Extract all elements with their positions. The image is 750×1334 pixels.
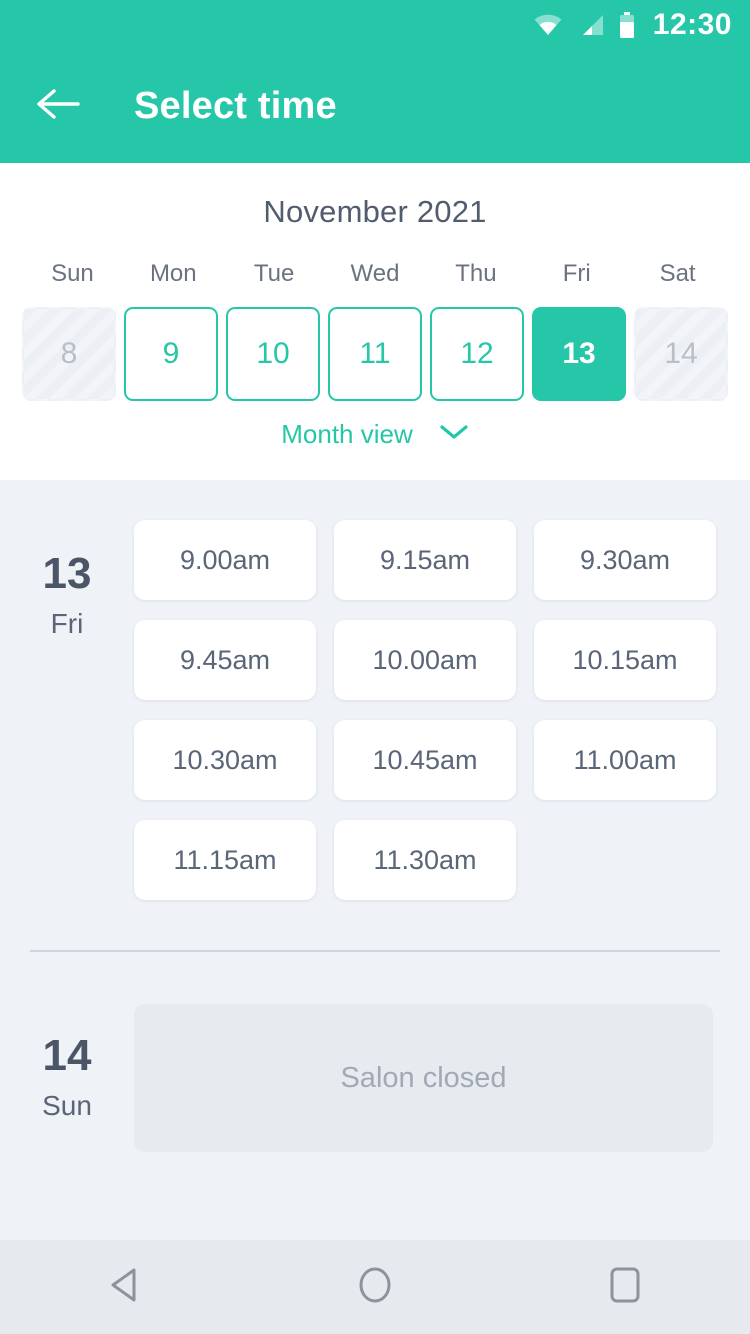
calendar-day-14: 14	[634, 307, 728, 401]
calendar-day-10[interactable]: 10	[226, 307, 320, 401]
calendar-day-8: 8	[22, 307, 116, 401]
time-slot[interactable]: 9.45am	[134, 620, 316, 700]
month-view-label: Month view	[281, 419, 413, 449]
time-slot[interactable]: 11.15am	[134, 820, 316, 900]
schedule-day-number: 13	[42, 549, 92, 598]
android-nav-bar	[0, 1240, 750, 1334]
schedule-day-13: 13 Fri 9.00am 9.15am 9.30am 9.45am 10.00…	[0, 480, 750, 900]
wifi-icon	[533, 13, 563, 37]
nav-home-circle-icon	[356, 1265, 394, 1310]
time-slot-grid: 9.00am 9.15am 9.30am 9.45am 10.00am 10.1…	[134, 520, 738, 900]
weekday-label-mon: Mon	[149, 260, 197, 287]
calendar-day-9[interactable]: 9	[124, 307, 218, 401]
status-bar: 12:30	[0, 0, 750, 50]
calendar-day-11[interactable]: 11	[328, 307, 422, 401]
weekday-label-wed: Wed	[350, 260, 400, 287]
arrow-left-icon	[36, 87, 80, 126]
weekday-header-row: Sun Mon Tue Wed Thu Fri Sat	[0, 260, 750, 288]
nav-recents-square-icon	[608, 1266, 642, 1309]
schedule-day-label-13: 13 Fri	[0, 520, 134, 900]
chevron-down-icon	[439, 423, 469, 446]
weekday-label-thu: Thu	[455, 260, 497, 287]
schedule-day-number: 14	[42, 1031, 92, 1080]
time-slot[interactable]: 10.45am	[334, 720, 516, 800]
time-slot[interactable]: 10.30am	[134, 720, 316, 800]
time-slot[interactable]: 10.00am	[334, 620, 516, 700]
schedule-day-label-14: 14 Sun	[0, 1034, 134, 1122]
page-title: Select time	[134, 85, 337, 127]
weekday-label-fri: Fri	[562, 260, 591, 287]
calendar-days-row: 8 9 10 11 12 13 14	[0, 307, 750, 401]
salon-closed-banner: Salon closed	[134, 1004, 713, 1152]
schedule-day-14: 14 Sun Salon closed	[0, 952, 750, 1152]
calendar-day-13[interactable]: 13	[532, 307, 626, 401]
time-slot[interactable]: 9.00am	[134, 520, 316, 600]
time-slot[interactable]: 10.15am	[534, 620, 716, 700]
phone-screen: 12:30 Select time November 2021 Sun Mon …	[0, 0, 750, 1334]
nav-back-triangle-icon	[107, 1266, 143, 1309]
time-slot[interactable]: 11.00am	[534, 720, 716, 800]
time-slot[interactable]: 9.30am	[534, 520, 716, 600]
weekday-label-tue: Tue	[253, 260, 295, 287]
time-slot[interactable]: 11.30am	[334, 820, 516, 900]
calendar-month-title: November 2021	[263, 194, 487, 229]
month-view-toggle[interactable]: Month view	[0, 419, 750, 450]
app-bar: Select time	[0, 50, 750, 163]
nav-home-button[interactable]	[320, 1240, 430, 1334]
time-slot[interactable]: 9.15am	[334, 520, 516, 600]
weekday-label-sat: Sat	[659, 260, 696, 287]
battery-icon	[619, 12, 635, 38]
schedule-day-dow: Sun	[42, 1090, 92, 1121]
nav-recents-button[interactable]	[570, 1240, 680, 1334]
nav-back-button[interactable]	[70, 1240, 180, 1334]
weekday-label-sun: Sun	[51, 260, 94, 287]
calendar-panel: November 2021 Sun Mon Tue Wed Thu Fri Sa…	[0, 163, 750, 480]
calendar-day-12[interactable]: 12	[430, 307, 524, 401]
schedule-list: 13 Fri 9.00am 9.15am 9.30am 9.45am 10.00…	[0, 480, 750, 1240]
status-bar-clock: 12:30	[652, 8, 732, 41]
schedule-day-dow: Fri	[50, 608, 84, 639]
back-button[interactable]	[28, 77, 88, 137]
signal-icon	[577, 13, 605, 37]
